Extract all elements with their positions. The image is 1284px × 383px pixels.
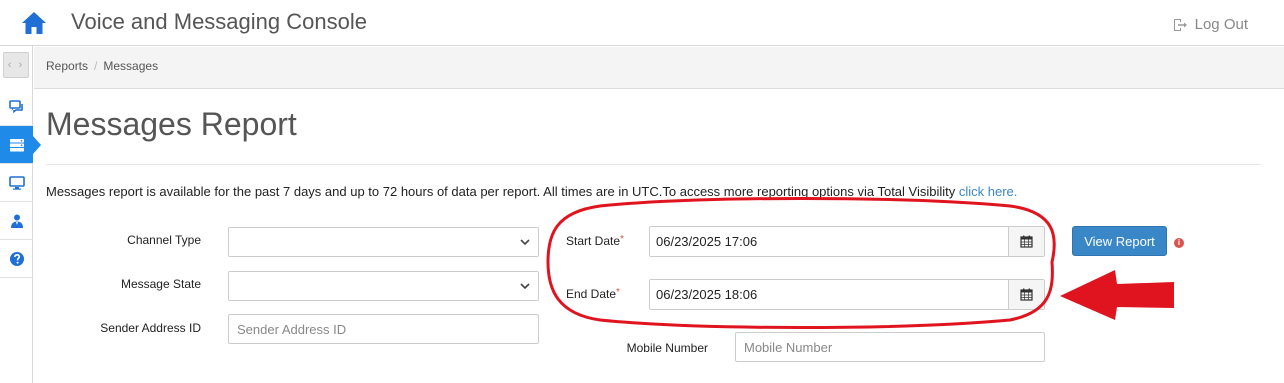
calendar-icon [1020,288,1033,301]
sender-address-input[interactable] [228,314,539,344]
breadcrumb: Reports / Messages [46,59,158,73]
mobile-number-input[interactable] [735,332,1045,362]
start-date-input[interactable] [650,227,1010,256]
users-icon [10,214,23,228]
info-text-body: Messages report is available for the pas… [46,184,959,199]
monitor-icon [8,175,25,190]
page-title: Messages Report [46,106,297,142]
mobile-number-label: Mobile Number [626,341,708,355]
required-marker: * [620,234,624,245]
end-date-calendar-button[interactable] [1008,280,1044,309]
annotation-arrow [1060,270,1174,320]
end-date-label-text: End Date [566,287,617,301]
channel-type-label: Channel Type [127,233,201,247]
breadcrumb-bar: Reports / Messages [34,47,1284,89]
required-marker: * [616,287,620,298]
nav-item-reports[interactable] [0,126,41,164]
total-visibility-link[interactable]: click here. [959,184,1018,199]
breadcrumb-messages: Messages [103,59,159,73]
message-state-label: Message State [120,277,201,291]
start-date-label-text: Start Date [566,234,621,248]
app-title: Voice and Messaging Console [71,9,367,34]
view-report-button[interactable]: View Report [1072,226,1167,256]
nav-item-conversations[interactable] [0,88,33,126]
nav-item-users[interactable] [0,202,33,240]
top-header: Voice and Messaging Console Log Out [0,0,1284,46]
message-state-select[interactable] [228,271,539,301]
home-icon[interactable] [21,10,47,36]
help-icon [9,251,24,266]
chevron-down-icon [520,283,530,290]
nav-item-help[interactable] [0,240,33,278]
reports-icon [9,138,24,151]
chat-icon [8,99,23,113]
breadcrumb-separator: / [94,59,98,73]
title-divider [46,164,1261,165]
logout-label: Log Out [1194,16,1248,33]
calendar-icon [1020,235,1033,248]
end-date-label: End Date* [566,287,620,301]
nav-item-monitor[interactable] [0,164,33,202]
info-icon[interactable]: i [1174,238,1184,248]
start-date-calendar-button[interactable] [1008,227,1044,256]
end-date-picker [649,279,1045,310]
end-date-input[interactable] [650,280,1010,309]
left-nav: ‹ › [0,46,41,383]
info-text: Messages report is available for the pas… [46,184,1017,199]
start-date-picker [649,226,1045,257]
logout-icon [1173,18,1187,31]
chevron-down-icon [520,239,530,246]
nav-collapse-toggle[interactable]: ‹ › [3,52,29,78]
logout-button[interactable]: Log Out [1172,16,1248,33]
sender-address-label: Sender Address ID [100,321,201,335]
channel-type-select[interactable] [228,227,539,257]
start-date-label: Start Date* [566,234,624,248]
breadcrumb-reports[interactable]: Reports [46,59,88,73]
